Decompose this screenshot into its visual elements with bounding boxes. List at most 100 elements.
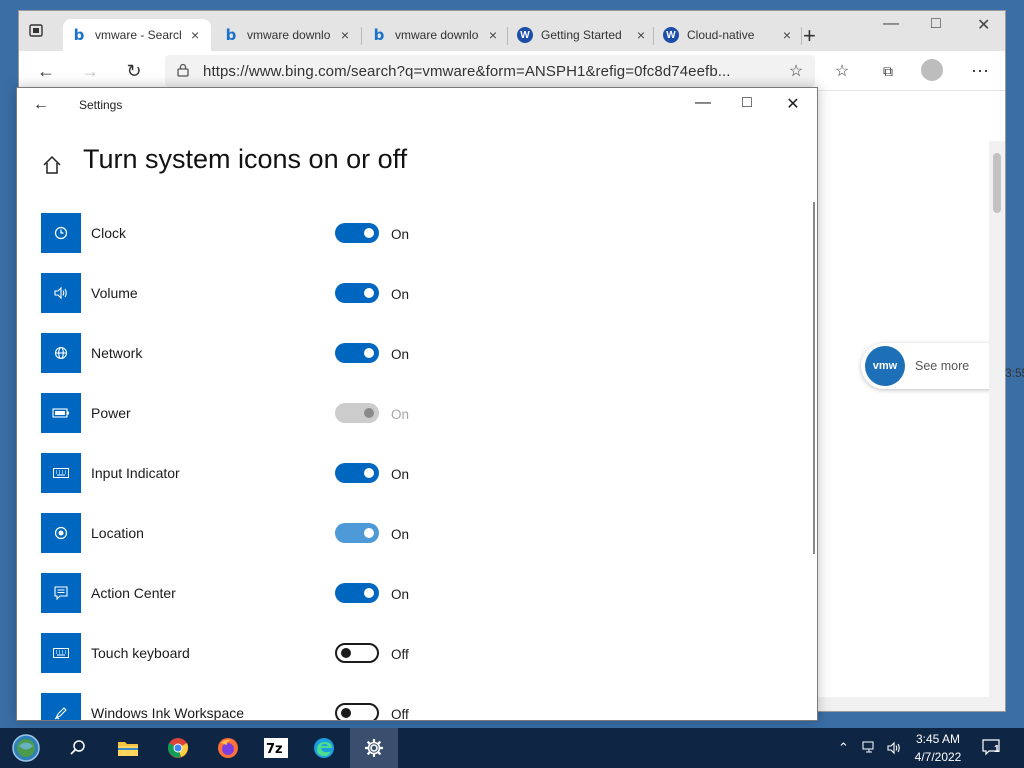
power-toggle[interactable] (335, 403, 379, 423)
network-toggle[interactable] (335, 343, 379, 363)
settings-taskbar-button[interactable] (350, 728, 398, 768)
setting-label: Input Indicator (91, 465, 180, 481)
tab-vmware-download-1[interactable]: b vmware download × (215, 19, 357, 51)
toggle-knob (341, 708, 351, 718)
search-button[interactable] (54, 728, 102, 768)
start-button[interactable] (2, 728, 50, 768)
setting-row-power: Power On (41, 393, 461, 433)
clock-icon (41, 213, 81, 253)
tab-vmware-download-2[interactable]: b vmware download × (363, 19, 505, 51)
toggle-state-label: Off (391, 647, 409, 662)
tab-separator (361, 27, 362, 45)
new-tab-button[interactable]: + (803, 23, 816, 49)
settings-scrollbar[interactable] (813, 202, 815, 554)
setting-label: Windows Ink Workspace (91, 705, 245, 721)
favorite-star-add-icon[interactable]: ☆ (785, 60, 807, 82)
touch-keyboard-toggle[interactable] (335, 643, 379, 663)
browser-close-button[interactable]: ✕ (977, 15, 990, 35)
home-icon[interactable] (41, 154, 63, 176)
notification-button[interactable]: 1 (982, 728, 1002, 768)
setting-label: Location (91, 525, 144, 541)
setting-row-volume: Volume On (41, 273, 461, 313)
close-tab-icon[interactable]: × (637, 27, 645, 43)
volume-icon (41, 273, 81, 313)
collections-icon[interactable]: ⧉ (877, 60, 899, 82)
tab-separator (507, 27, 508, 45)
settings-titlebar: ← Settings — □ ✕ (17, 88, 817, 122)
back-arrow-icon[interactable]: ← (35, 60, 57, 82)
close-tab-icon[interactable]: × (783, 27, 791, 43)
toggle-knob (364, 468, 374, 478)
7zip-icon: 7z (264, 738, 288, 758)
tab-actions-button[interactable] (27, 21, 55, 49)
show-hidden-icons[interactable]: ⌃ (838, 728, 849, 768)
close-button[interactable]: ✕ (783, 94, 803, 114)
setting-row-touch-keyboard: Touch keyboard Off (41, 633, 461, 673)
edge-icon (314, 738, 334, 758)
close-tab-icon[interactable]: × (341, 27, 349, 43)
tab-title: Getting Started (541, 28, 622, 42)
tab-vmware-search[interactable]: b vmware - Search × (63, 19, 211, 51)
close-tab-icon[interactable]: × (191, 27, 199, 43)
toggle-state-label: On (391, 347, 410, 362)
volume-tray-icon[interactable] (886, 728, 902, 768)
keyboard-icon (41, 453, 81, 493)
setting-label: Touch keyboard (91, 645, 190, 661)
profile-avatar[interactable] (921, 59, 943, 81)
toggle-knob (364, 348, 374, 358)
action-center-toggle[interactable] (335, 583, 379, 603)
volume-toggle[interactable] (335, 283, 379, 303)
tab-getting-started[interactable]: W Getting Started × (509, 19, 653, 51)
windows-ink-toggle[interactable] (335, 703, 379, 720)
toggle-state-label: On (391, 407, 410, 422)
tab-title: vmware - Search (95, 28, 181, 42)
settings-gear-icon (365, 739, 383, 757)
firefox-button[interactable] (204, 728, 252, 768)
tab-separator (801, 27, 802, 45)
lock-icon (177, 63, 189, 80)
scroll-thumb[interactable] (993, 153, 1001, 213)
file-explorer-icon (118, 742, 138, 756)
see-more-card[interactable]: vmw See more (861, 343, 1005, 389)
tab-cloud-native[interactable]: W Cloud-native × (655, 19, 799, 51)
browser-minimize-button[interactable]: — (883, 15, 899, 33)
file-explorer-button[interactable] (104, 728, 152, 768)
chrome-button[interactable] (154, 728, 202, 768)
tab-separator (653, 27, 654, 45)
favorites-icon[interactable]: ☆ (831, 60, 853, 82)
address-bar[interactable]: https://www.bing.com/search?q=vmware&for… (165, 55, 815, 87)
back-arrow-icon[interactable]: ← (33, 96, 49, 114)
forward-arrow-icon[interactable]: → (79, 60, 101, 82)
search-icon (70, 740, 85, 755)
browser-scrollbar[interactable] (989, 141, 1005, 701)
browser-maximize-button[interactable]: □ (931, 15, 941, 33)
more-menu-icon[interactable]: ⋯ (969, 60, 991, 82)
battery-icon (41, 393, 81, 433)
setting-row-network: Network On (41, 333, 461, 373)
bing-icon: b (225, 26, 237, 44)
see-more-label: See more (915, 359, 970, 373)
clock-toggle[interactable] (335, 223, 379, 243)
maximize-button[interactable]: □ (737, 94, 757, 112)
clock-date[interactable]: 4/7/2022 (908, 750, 968, 764)
toggle-knob (364, 528, 374, 538)
network-tray-icon[interactable] (862, 728, 878, 768)
refresh-icon[interactable]: ↻ (123, 60, 145, 82)
bing-icon: b (373, 26, 385, 44)
minimize-button[interactable]: — (693, 94, 713, 112)
tab-title: Cloud-native (687, 28, 755, 42)
browser-toolbar: ← → ↻ https://www.bing.com/search?q=vmwa… (19, 51, 1005, 91)
edge-button[interactable] (300, 728, 348, 768)
side-text: 3:55 (1005, 366, 1024, 380)
url-text: https://www.bing.com/search?q=vmware&for… (203, 62, 731, 80)
word-w-icon: W (517, 27, 533, 43)
location-toggle[interactable] (335, 523, 379, 543)
7zip-button[interactable]: 7z (252, 728, 300, 768)
toggle-state-label: On (391, 527, 410, 542)
setting-label: Action Center (91, 585, 176, 601)
setting-row-action-center: Action Center On (41, 573, 461, 613)
clock-time[interactable]: 3:45 AM (908, 732, 968, 746)
setting-label: Volume (91, 285, 138, 301)
input-indicator-toggle[interactable] (335, 463, 379, 483)
close-tab-icon[interactable]: × (489, 27, 497, 43)
